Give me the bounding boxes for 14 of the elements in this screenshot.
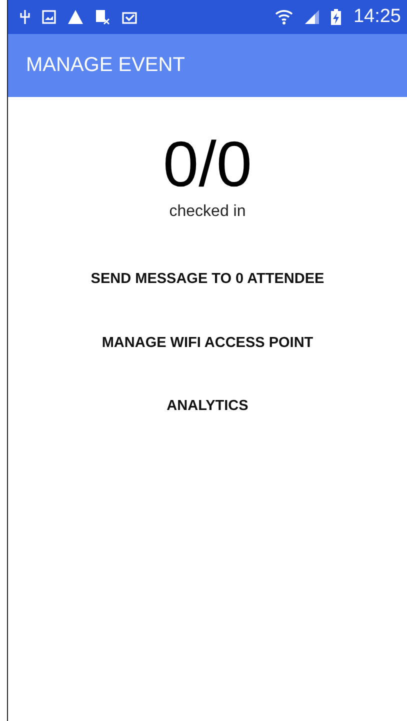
warning-icon xyxy=(68,10,83,24)
action-button[interactable]: SEND MESSAGE TO 0 ATTENDEE xyxy=(90,271,324,287)
checkin-count: 0/0 xyxy=(163,131,252,197)
status-time: 14:25 xyxy=(353,6,401,28)
image-icon xyxy=(42,10,56,24)
clipboard-check-icon xyxy=(122,10,137,24)
signal-icon xyxy=(305,10,320,24)
checkin-label: checked in xyxy=(169,203,246,221)
action-button[interactable]: MANAGE WIFI ACCESS POINT xyxy=(102,335,314,351)
wifi-icon xyxy=(275,9,294,25)
battery-charging-icon xyxy=(331,9,342,25)
document-icon xyxy=(95,10,110,24)
app-bar-title: MANAGE EVENT xyxy=(26,54,185,77)
action-button[interactable]: ANALYTICS xyxy=(166,398,248,414)
